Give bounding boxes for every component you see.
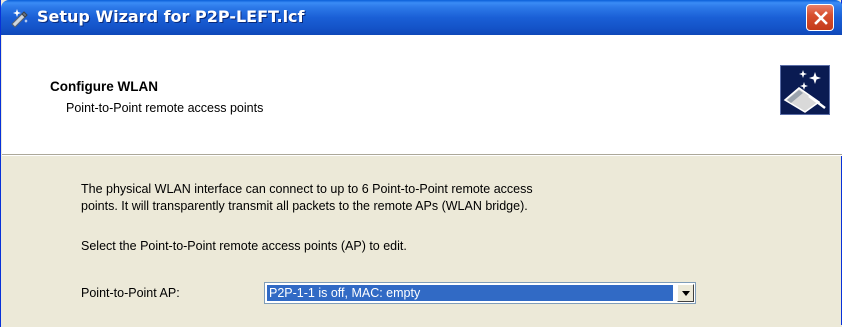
close-icon	[814, 11, 828, 25]
ap-select[interactable]: P2P-1-1 is off, MAC: empty	[264, 282, 696, 304]
page-title: Configure WLAN	[50, 79, 158, 94]
close-button[interactable]	[806, 4, 834, 31]
description-line-1: The physical WLAN interface can connect …	[81, 182, 533, 196]
instruction-text: Select the Point-to-Point remote access …	[81, 239, 407, 253]
description-line-2: points. It will transparently transmit a…	[81, 199, 528, 213]
chevron-down-icon	[682, 291, 690, 296]
ap-label: Point-to-Point AP:	[81, 286, 180, 300]
window-title: Setup Wizard for P2P-LEFT.lcf	[37, 7, 305, 26]
setup-wizard-window: Setup Wizard for P2P-LEFT.lcf Configure …	[0, 0, 842, 327]
wizard-header: Configure WLAN Point-to-Point remote acc…	[2, 35, 842, 156]
title-bar[interactable]: Setup Wizard for P2P-LEFT.lcf	[1, 0, 842, 35]
description-paragraph: The physical WLAN interface can connect …	[81, 181, 801, 215]
page-subtitle: Point-to-Point remote access points	[66, 101, 264, 115]
dropdown-button[interactable]	[677, 284, 694, 302]
ap-select-value: P2P-1-1 is off, MAC: empty	[266, 284, 674, 302]
wizard-sparkle-icon	[780, 65, 830, 115]
wizard-wand-icon	[11, 9, 28, 28]
